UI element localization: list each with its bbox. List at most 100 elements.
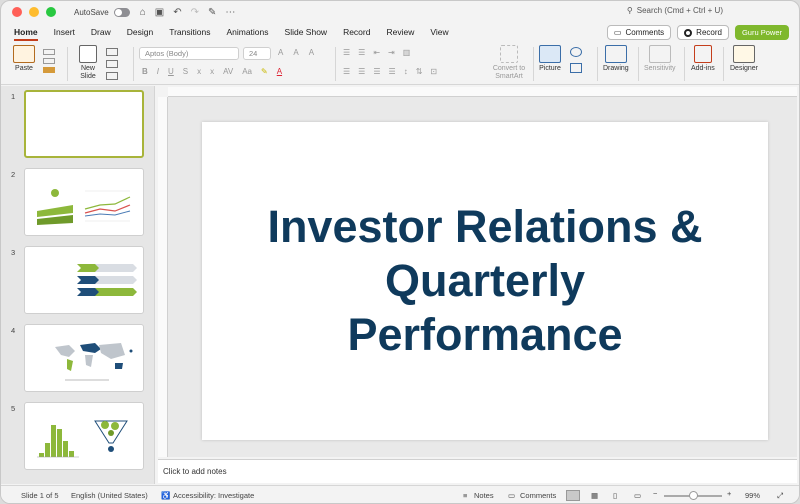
slide-thumbnail[interactable] [24,246,144,314]
copy-icon[interactable] [43,58,55,64]
bullets-icon[interactable]: ☰ [343,48,350,57]
redo-icon[interactable]: ↷ [191,7,199,18]
autosave-control[interactable]: AutoSave [74,7,130,17]
highlight-icon[interactable]: ✎ [261,67,268,76]
sensitivity-button[interactable]: Sensitivity [644,45,676,72]
slide-thumbnail[interactable] [24,324,144,392]
close-window-button[interactable] [12,7,22,17]
new-slide-icon [79,45,97,63]
more-icon[interactable]: ⋯ [225,7,235,18]
addins-button[interactable]: Add-ins [691,45,715,72]
tab-record[interactable]: Record [343,27,370,37]
font-color-icon[interactable]: A [277,67,282,76]
align-left-icon[interactable]: ☰ [343,67,350,76]
slide-thumbnail[interactable] [24,168,144,236]
layout-icon[interactable] [106,48,118,56]
quick-access-toolbar: ⌂ ▣ ↶ ↷ ✎ ⋯ [140,7,236,18]
bold-icon[interactable]: B [142,67,148,76]
slide-thumbnail[interactable] [24,402,144,470]
textbox-icon[interactable] [570,63,582,73]
convert-smartart-button[interactable]: Convert to SmartArt [490,45,528,81]
columns-icon[interactable]: ▥ [403,48,411,57]
underline-icon[interactable]: U [168,67,174,76]
line-spacing-icon[interactable]: ↕ [404,67,408,76]
tab-slide-show[interactable]: Slide Show [285,27,328,37]
case-icon[interactable]: Aa [242,67,252,76]
paste-button[interactable]: Paste [13,45,35,72]
tab-design[interactable]: Design [127,27,153,37]
section-icon[interactable] [106,72,118,80]
record-button[interactable]: Record [677,25,729,40]
minimize-window-button[interactable] [29,7,39,17]
notes-toggle[interactable]: Notes [474,491,494,500]
zoom-slider-handle[interactable] [689,491,698,500]
tab-draw[interactable]: Draw [91,27,111,37]
superscript-icon[interactable]: x [210,67,214,76]
format-painter-icon[interactable] [43,67,55,73]
slide-title[interactable]: Investor Relations & Quarterly Performan… [250,200,720,362]
tab-animations[interactable]: Animations [226,27,268,37]
italic-icon[interactable]: I [157,67,159,76]
subscript-icon[interactable]: x [197,67,201,76]
align-right-icon[interactable]: ☰ [373,67,380,76]
language-status[interactable]: English (United States) [71,491,148,500]
current-slide[interactable]: Investor Relations & Quarterly Performan… [202,122,768,440]
ribbon-separator [638,47,639,81]
slide-sorter-icon[interactable]: ▦ [591,491,598,500]
comments-button[interactable]: ▭ Comments [606,25,672,40]
slide-thumbnail[interactable] [24,90,144,158]
zoom-out-button[interactable]: − [653,489,657,498]
tab-view[interactable]: View [430,27,448,37]
spacing-icon[interactable]: AV [223,67,233,76]
new-slide-button[interactable]: New Slide [75,45,101,81]
search-box[interactable]: ⚲ Search (Cmd + Ctrl + U) [627,6,723,15]
font-name-select[interactable]: Aptos (Body) [139,47,239,60]
home-icon[interactable]: ⌂ [140,7,146,18]
text-direction-icon[interactable]: ⇅ [416,67,423,76]
decrease-indent-icon[interactable]: ⇤ [373,48,380,57]
accessibility-status[interactable]: Accessibility: Investigate [173,491,254,500]
shapes-icon[interactable] [570,47,582,57]
align-center-icon[interactable]: ☰ [358,67,365,76]
comments-icon: ▭ [508,491,516,500]
increase-font-icon[interactable]: A [278,48,283,57]
decrease-font-icon[interactable]: A [293,48,298,57]
paragraph-tools: ☰ ☰ ☰ ☰ ↕ ⇅ ⊡ [343,67,437,76]
ribbon-separator [723,47,724,81]
numbering-icon[interactable]: ☰ [358,48,365,57]
reading-view-icon[interactable]: ▯ [613,491,617,500]
tab-review[interactable]: Review [386,27,414,37]
fit-to-window-icon[interactable]: ⤢ [777,491,783,501]
font-size-select[interactable]: 24 [243,47,271,60]
zoom-in-button[interactable]: + [727,489,731,498]
drawing-button[interactable]: Drawing [603,45,629,72]
slide-number: 4 [11,326,16,335]
zoom-window-button[interactable] [46,7,56,17]
normal-view-icon[interactable] [566,490,580,501]
designer-button[interactable]: Designer [730,45,758,72]
align-text-icon[interactable]: ⊡ [430,67,437,76]
strikethrough-icon[interactable]: S [183,67,188,76]
tab-insert[interactable]: Insert [54,27,75,37]
save-icon[interactable]: ▣ [155,7,164,18]
autosave-toggle[interactable] [113,7,130,17]
clear-format-icon[interactable]: A [309,48,314,57]
slide-thumbnail-panel[interactable]: 1 2 3 4 5 [1,86,155,484]
ribbon: Paste New Slide Aptos (Body) 24 A A A B … [1,43,799,85]
increase-indent-icon[interactable]: ⇥ [388,48,395,57]
tab-transitions[interactable]: Transitions [169,27,210,37]
notes-pane[interactable]: Click to add notes [158,459,797,483]
zoom-level[interactable]: 99% [745,491,760,500]
cut-icon[interactable] [43,49,55,55]
guru-power-button[interactable]: Guru Power [734,25,789,40]
undo-icon[interactable]: ↶ [173,7,181,18]
picture-button[interactable]: Picture [539,45,561,72]
record-button-label: Record [696,28,722,37]
tab-home[interactable]: Home [14,27,38,41]
ribbon-tabs: Home Insert Draw Design Transitions Anim… [1,23,449,41]
justify-icon[interactable]: ☰ [389,67,396,76]
reset-icon[interactable] [106,60,118,68]
edit-icon[interactable]: ✎ [208,7,216,18]
slideshow-icon[interactable]: ▭ [634,491,641,500]
comments-toggle[interactable]: Comments [520,491,556,500]
